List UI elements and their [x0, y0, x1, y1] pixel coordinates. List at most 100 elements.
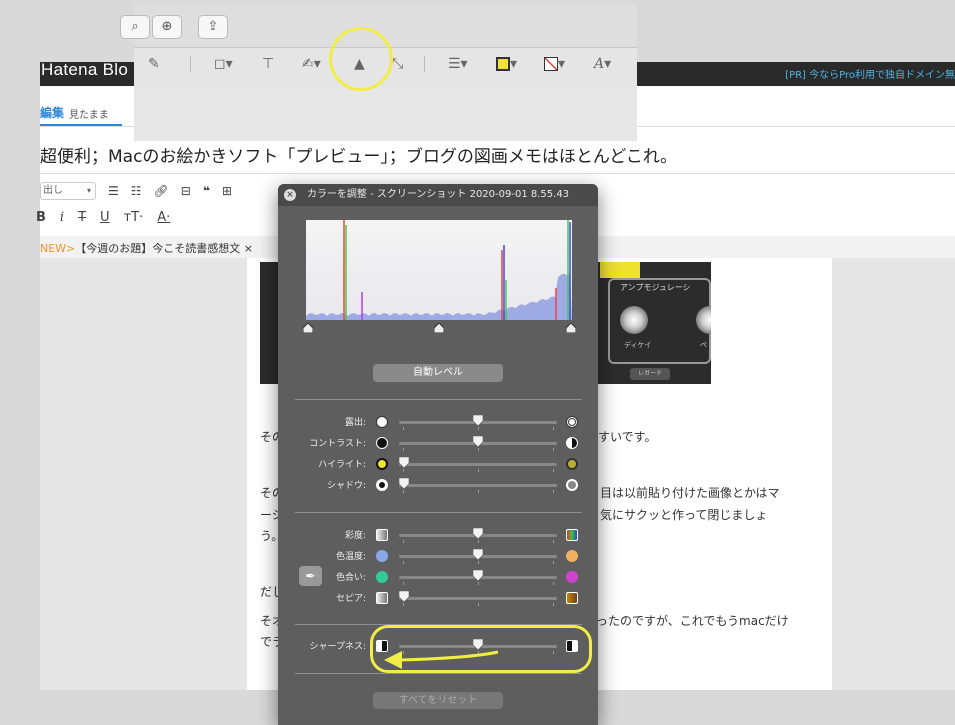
italic-icon[interactable]: i — [60, 210, 64, 225]
slider-thumb[interactable] — [399, 457, 409, 468]
slider-thumb[interactable] — [473, 570, 483, 581]
body-text: 気にサクッと作って閉じましょ — [600, 508, 768, 522]
reset-all-button[interactable]: すべてをリセット — [373, 692, 503, 709]
table-icon[interactable]: ⊞ — [222, 184, 232, 198]
signature-icon: ✍▾ — [302, 56, 321, 72]
border-color-tool[interactable]: ▾ — [496, 54, 517, 74]
knob-label: ペ — [700, 341, 707, 349]
slider-thumb[interactable] — [473, 549, 483, 560]
gamma-handle[interactable] — [434, 323, 444, 333]
zoom-in-icon: ⊕ — [161, 19, 173, 34]
slider-tick — [553, 490, 554, 493]
editor-toolbar-row2: B i T U тT· A· — [36, 208, 170, 226]
slider-tick — [478, 582, 479, 585]
line-style-tool[interactable]: ☰▾ — [448, 54, 468, 74]
slider-row: セピア: — [278, 588, 598, 608]
underline-icon[interactable]: U — [100, 210, 110, 225]
histogram — [306, 220, 572, 320]
news-item[interactable]: NEW>【今週のお題】今こそ読書感想文 × — [40, 240, 253, 256]
divider — [295, 512, 582, 513]
dialog-title: カラーを調整 - スクリーンショット 2020-09-01 8.55.43 — [278, 184, 598, 206]
slider-tick — [478, 490, 479, 493]
slider-tick — [478, 561, 479, 564]
promo-link[interactable]: [PR] 今ならPro利用で独自ドメイン無 — [785, 66, 955, 81]
slider-max-icon — [566, 550, 578, 562]
slider-label: セピア: — [335, 594, 366, 604]
slider-label: 色温度: — [335, 552, 366, 562]
slider-tick — [403, 603, 404, 606]
heading-select-value: 出し — [43, 185, 63, 196]
black-point-handle[interactable] — [303, 323, 313, 333]
bullet-list-icon[interactable]: ☰ — [108, 184, 119, 198]
fill-color-tool[interactable]: ▾ — [544, 54, 565, 74]
zoom-in-button[interactable]: ⊕ — [152, 15, 182, 39]
text-box-icon: ⊤ — [262, 56, 275, 72]
slider-tick — [478, 540, 479, 543]
close-icon[interactable]: × — [284, 189, 296, 201]
slider-tick — [403, 540, 404, 543]
slider-max-icon — [566, 592, 578, 604]
tab-wysiwyg[interactable]: 見たまま — [69, 106, 109, 121]
divider — [295, 399, 582, 400]
slider-row: 彩度: — [278, 525, 598, 545]
knob-label: ディケイ — [624, 341, 652, 349]
slider-max-icon — [566, 529, 578, 541]
text-style-tool[interactable]: A▾ — [594, 54, 611, 74]
auto-levels-button[interactable]: 自動レベル — [373, 364, 503, 382]
sketch-tool[interactable]: ✎ — [148, 54, 160, 74]
zoom-out-button[interactable]: ⌕ — [120, 15, 150, 39]
bold-icon[interactable]: B — [36, 210, 46, 225]
text-tool[interactable]: ⊤ — [262, 54, 274, 74]
body-text: すいです。 — [598, 430, 657, 444]
numbered-list-icon[interactable]: ☷ — [131, 184, 142, 198]
editor-toolbar-row1: 出し ▾ ☰ ☷ 🔗︎ ⊟ ❝ ⊞ — [40, 182, 232, 200]
slider-tick — [478, 469, 479, 472]
slider-track[interactable] — [399, 484, 557, 487]
slider-row: 露出: — [278, 412, 598, 432]
line-style-icon: ☰▾ — [448, 56, 468, 72]
slider-thumb[interactable] — [473, 528, 483, 539]
strikethrough-icon[interactable]: T — [78, 210, 86, 225]
slider-thumb[interactable] — [473, 415, 483, 426]
slider-label: ハイライト: — [318, 460, 366, 470]
quote-icon[interactable]: ❝ — [203, 184, 210, 198]
tab-edit[interactable]: 編集 — [40, 104, 64, 121]
slider-label: 露出: — [344, 418, 366, 428]
slider-label: 彩度: — [344, 531, 366, 541]
slider-tick — [553, 582, 554, 585]
adjust-size-tool[interactable]: ⤡ — [392, 54, 403, 74]
zoom-out-icon: ⌕ — [131, 19, 139, 34]
image-panel-label: アンプモジュレーシ — [620, 283, 691, 292]
share-button[interactable]: ⇪ — [198, 15, 228, 39]
slider-thumb[interactable] — [473, 436, 483, 447]
slider-min-icon — [376, 458, 388, 470]
font-size-icon[interactable]: тT· — [124, 210, 144, 225]
slider-track[interactable] — [399, 597, 557, 600]
divider — [424, 56, 425, 72]
divider — [40, 173, 955, 174]
histogram-graph — [306, 220, 572, 320]
horizontal-rule-icon[interactable]: ⊟ — [181, 184, 191, 198]
slider-tick — [478, 603, 479, 606]
post-title-input[interactable]: 超便利；Macのお絵かきソフト「プレビュー」；ブログの図画メモはほとんどこれ。 — [40, 142, 677, 167]
text-color-icon[interactable]: A· — [157, 210, 170, 225]
white-point-handle[interactable] — [566, 323, 576, 333]
slider-row: 色温度: — [278, 546, 598, 566]
heading-select[interactable]: 出し ▾ — [40, 182, 96, 200]
body-text: 目は以前貼り付けた画像とかはマ — [600, 486, 780, 500]
slider-min-icon — [376, 437, 388, 449]
slider-thumb[interactable] — [399, 478, 409, 489]
slider-tick — [553, 469, 554, 472]
slider-row: コントラスト: — [278, 433, 598, 453]
knob-graphic — [620, 306, 648, 334]
slider-thumb[interactable] — [399, 591, 409, 602]
slider-tick — [553, 603, 554, 606]
shapes-tool[interactable]: ◻▾ — [214, 54, 233, 74]
sign-tool[interactable]: ✍▾ — [302, 54, 321, 74]
link-icon[interactable]: 🔗︎ — [154, 184, 169, 198]
chevron-down-icon: ▾ — [86, 186, 91, 195]
close-icon[interactable]: × — [244, 242, 253, 255]
slider-track[interactable] — [399, 463, 557, 466]
font-icon: A — [594, 56, 605, 72]
hatena-logo[interactable]: Hatena Blo — [41, 60, 128, 80]
